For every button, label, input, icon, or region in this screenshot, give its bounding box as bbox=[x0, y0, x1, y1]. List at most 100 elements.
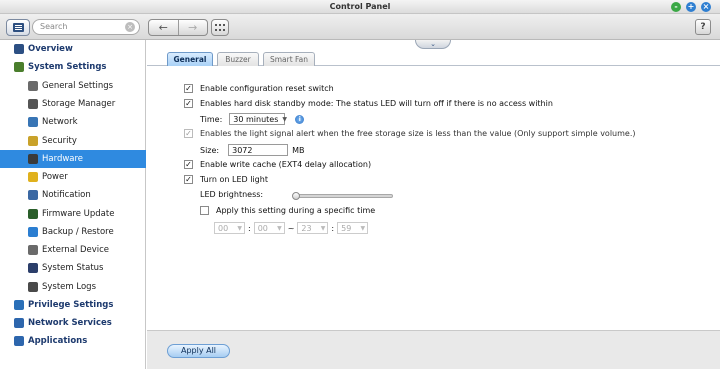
sidebar-item-overview[interactable]: Overview bbox=[0, 40, 146, 58]
chevron-down-icon: ▼ bbox=[320, 224, 326, 232]
applications-icon bbox=[14, 336, 24, 346]
light-alert-label: Enables the light signal alert when the … bbox=[200, 129, 636, 138]
search-input[interactable]: Search × bbox=[32, 19, 140, 35]
sidebar-item-label: Notification bbox=[42, 190, 91, 200]
sidebar-item-security[interactable]: Security bbox=[0, 132, 146, 150]
led-brightness-slider[interactable] bbox=[295, 194, 393, 198]
navigation-buttons: ← → bbox=[148, 19, 208, 36]
window-title: Control Panel bbox=[329, 2, 391, 11]
reset-switch-row: ✓ Enable configuration reset switch bbox=[184, 84, 334, 93]
led-brightness-label: LED brightness: bbox=[200, 190, 264, 199]
size-row: Size: 3072 MB bbox=[200, 144, 305, 156]
start-minute-value: 00 bbox=[257, 223, 268, 233]
info-icon[interactable]: i bbox=[295, 114, 305, 124]
schedule-checkbox[interactable] bbox=[200, 206, 209, 215]
footer-bar: Apply All bbox=[147, 330, 720, 369]
collapse-toggle[interactable]: ⌄ bbox=[415, 40, 451, 49]
write-cache-label: Enable write cache (EXT4 delay allocatio… bbox=[200, 160, 372, 169]
size-unit: MB bbox=[292, 145, 305, 155]
hardware-icon bbox=[28, 154, 38, 164]
search-placeholder: Search bbox=[40, 22, 68, 31]
chevron-down-icon: ▼ bbox=[277, 224, 282, 232]
home-button[interactable] bbox=[6, 19, 30, 36]
time-range-row: 00 ▼ : 00 ▼ ~ 23 ▼ : 59 ▼ bbox=[214, 222, 369, 234]
title-bar: Control Panel - + × bbox=[0, 0, 720, 14]
schedule-label: Apply this setting during a specific tim… bbox=[216, 206, 376, 215]
sidebar-item-general-settings[interactable]: General Settings bbox=[0, 77, 146, 95]
close-button[interactable]: × bbox=[701, 2, 711, 12]
tab-general[interactable]: General bbox=[167, 52, 213, 66]
tab-bar: General Buzzer Smart Fan bbox=[147, 50, 720, 66]
standby-row: ✓ Enables hard disk standby mode: The st… bbox=[184, 99, 553, 108]
sidebar-item-notification[interactable]: Notification bbox=[0, 186, 146, 204]
chevron-down-icon: ⌄ bbox=[430, 40, 436, 48]
sidebar-item-label: Hardware bbox=[42, 154, 84, 164]
sidebar-item-system-status[interactable]: System Status bbox=[0, 259, 146, 277]
write-cache-checkbox[interactable]: ✓ bbox=[184, 160, 193, 169]
sidebar-item-backup-restore[interactable]: Backup / Restore bbox=[0, 223, 146, 241]
sidebar-item-external-device[interactable]: External Device bbox=[0, 241, 146, 259]
home-icon bbox=[12, 23, 24, 32]
light-alert-row: ✓ Enables the light signal alert when th… bbox=[184, 129, 636, 138]
apply-all-button[interactable]: Apply All bbox=[167, 344, 230, 358]
start-minute-select[interactable]: 00 ▼ bbox=[253, 222, 285, 234]
led-brightness-row: LED brightness: bbox=[200, 190, 263, 199]
tab-smart-fan[interactable]: Smart Fan bbox=[263, 52, 315, 66]
status-icon bbox=[28, 263, 38, 273]
sidebar-item-system-settings[interactable]: System Settings bbox=[0, 58, 146, 76]
sidebar-item-storage-manager[interactable]: Storage Manager bbox=[0, 95, 146, 113]
tab-buzzer[interactable]: Buzzer bbox=[217, 52, 259, 66]
light-alert-checkbox[interactable]: ✓ bbox=[184, 129, 193, 138]
time-row: Time: 30 minutes ▼ i bbox=[200, 113, 305, 125]
sidebar-item-label: Overview bbox=[28, 44, 73, 54]
sidebar-item-applications[interactable]: Applications bbox=[0, 332, 146, 350]
logs-icon bbox=[28, 282, 38, 292]
end-hour-value: 23 bbox=[301, 223, 312, 233]
sidebar-item-label: Storage Manager bbox=[42, 99, 116, 109]
external-device-icon bbox=[28, 245, 38, 255]
backup-icon bbox=[28, 227, 38, 237]
grid-icon bbox=[215, 23, 225, 31]
sidebar-item-power[interactable]: Power bbox=[0, 168, 146, 186]
standby-label: Enables hard disk standby mode: The stat… bbox=[200, 99, 553, 108]
standby-checkbox[interactable]: ✓ bbox=[184, 99, 193, 108]
sidebar: Overview System Settings General Settings S… bbox=[0, 40, 146, 369]
app-grid-button[interactable] bbox=[211, 19, 229, 36]
forward-button[interactable]: → bbox=[179, 20, 208, 35]
size-input[interactable]: 3072 bbox=[228, 144, 289, 156]
schedule-row: Apply this setting during a specific tim… bbox=[200, 206, 375, 215]
time-select[interactable]: 30 minutes ▼ bbox=[229, 113, 288, 125]
sidebar-item-hardware[interactable]: Hardware bbox=[0, 150, 146, 168]
start-hour-value: 00 bbox=[218, 223, 229, 233]
sidebar-item-network[interactable]: Network bbox=[0, 113, 146, 131]
sidebar-item-label: Backup / Restore bbox=[42, 227, 114, 237]
chevron-down-icon: ▼ bbox=[282, 115, 288, 123]
sidebar-item-label: Firmware Update bbox=[42, 209, 115, 219]
led-brightness-slider-thumb[interactable] bbox=[292, 192, 300, 200]
time-range-tilde: ~ bbox=[287, 223, 295, 233]
maximize-button[interactable]: + bbox=[686, 2, 696, 12]
sidebar-item-label: Applications bbox=[28, 336, 88, 346]
help-button[interactable]: ? bbox=[695, 19, 711, 35]
sidebar-item-system-logs[interactable]: System Logs bbox=[0, 278, 146, 296]
sidebar-item-label: System Settings bbox=[28, 62, 107, 72]
minimize-button[interactable]: - bbox=[671, 2, 681, 12]
led-light-checkbox[interactable]: ✓ bbox=[184, 175, 193, 184]
storage-icon bbox=[28, 99, 38, 109]
end-minute-select[interactable]: 59 ▼ bbox=[337, 222, 369, 234]
end-hour-select[interactable]: 23 ▼ bbox=[297, 222, 329, 234]
sidebar-item-network-services[interactable]: Network Services bbox=[0, 314, 146, 332]
reset-switch-checkbox[interactable]: ✓ bbox=[184, 84, 193, 93]
sidebar-item-firmware-update[interactable]: Firmware Update bbox=[0, 205, 146, 223]
sidebar-item-label: General Settings bbox=[42, 81, 114, 91]
sidebar-item-label: System Status bbox=[42, 263, 104, 273]
end-minute-value: 59 bbox=[341, 223, 352, 233]
clear-search-icon[interactable]: × bbox=[125, 22, 135, 32]
sidebar-item-privilege-settings[interactable]: Privilege Settings bbox=[0, 296, 146, 314]
time-label: Time: bbox=[200, 114, 223, 124]
start-hour-select[interactable]: 00 ▼ bbox=[214, 222, 245, 234]
gear-icon bbox=[14, 62, 24, 72]
back-button[interactable]: ← bbox=[149, 20, 179, 35]
general-settings-icon bbox=[28, 81, 38, 91]
sidebar-item-label: Privilege Settings bbox=[28, 300, 114, 310]
